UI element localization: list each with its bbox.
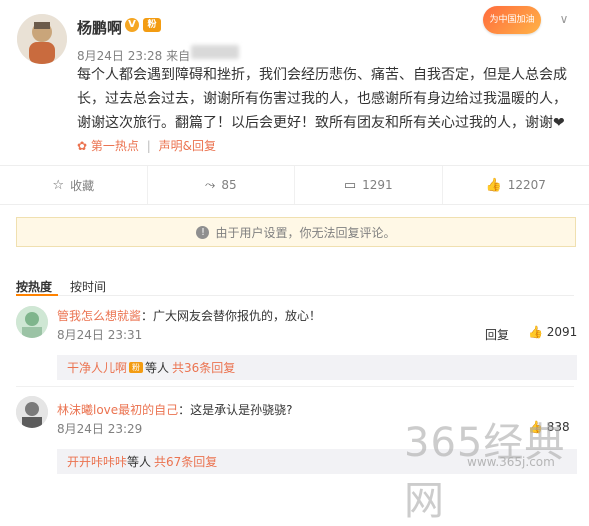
post-meta: 8月24日 23:28 来自 [77,47,190,64]
info-icon: ! [196,226,209,239]
reply-author[interactable]: 开开咔咔咔 [67,453,127,470]
comment-time: 8月24日 23:29 [57,420,142,437]
post-tags: ✿ 第一热点 | 声明&回复 [77,137,216,154]
hot-topic-link[interactable]: 第一热点 [91,139,139,153]
comment-separator [16,386,574,387]
action-bar: ☆ 收藏 ⤳ 85 ▭ 1291 👍 12207 [0,165,589,205]
location-icon: ✿ [77,139,87,153]
reply-summary[interactable]: 干净人儿啊 粉 等人 共36条回复 [57,355,577,380]
favorite-button[interactable]: ☆ 收藏 [0,166,148,204]
comment-time: 8月24日 23:31 [57,326,142,343]
reply-mid: 等人 [145,359,169,376]
share-button[interactable]: ⤳ 85 [148,166,296,204]
favorite-label: 收藏 [70,177,94,194]
blurred-source [191,45,239,59]
reply-count[interactable]: 共67条回复 [154,453,217,470]
like-count: 12207 [508,178,546,192]
comment-like-count: 2091 [547,325,578,339]
like-icon: 👍 [528,325,543,339]
post-content: 每个人都会遇到障碍和挫折，我们会经历悲伤、痛苦、自我否定，但是人总会成长，过去总… [77,63,577,135]
comment-line: 林沫曦love最初的自己：这是承认是孙骁骁? [57,401,293,418]
comment-avatar[interactable] [16,396,48,428]
watermark-url: www.365j.com [467,455,555,469]
reply-button[interactable]: 回复 [485,326,509,343]
fan-badge: 粉 [143,18,161,32]
comment-author[interactable]: 管我怎么想就酱 [57,309,141,323]
comment-line: 管我怎么想就酱：广大网友会替你报仇的，放心！ [57,307,321,324]
comment-button[interactable]: ▭ 1291 [295,166,443,204]
fan-badge: 粉 [129,362,143,373]
author-avatar[interactable] [17,14,67,64]
notice-text: 由于用户设置，你无法回复评论。 [215,224,395,241]
comment-avatar[interactable] [16,306,48,338]
comment-like-button[interactable]: 👍 2091 [528,325,577,339]
comment-disabled-notice: ! 由于用户设置，你无法回复评论。 [16,217,576,247]
chevron-down-icon[interactable]: ∨ [556,12,572,28]
comment-count: 1291 [362,178,393,192]
active-sort-indicator [16,294,58,296]
comment-icon: ▭ [344,178,356,193]
reply-author[interactable]: 干净人儿啊 [67,359,127,376]
comment-text: ：这是承认是孙骁骁? [178,403,292,417]
tag-separator: | [147,139,151,153]
like-icon: 👍 [486,178,502,193]
reply-mid: 等人 [127,453,151,470]
promo-banner[interactable]: 为中国加油 [483,6,541,34]
reply-count[interactable]: 共36条回复 [172,359,235,376]
comment-author[interactable]: 林沫曦love最初的自己 [57,403,178,417]
like-button[interactable]: 👍 12207 [443,166,589,204]
comment-text: ：广大网友会替你报仇的，放心！ [141,309,321,323]
sort-by-time[interactable]: 按时间 [70,278,106,295]
verified-badge: V [125,18,139,32]
star-icon: ☆ [52,178,64,193]
share-count: 85 [221,178,236,192]
sort-by-hot[interactable]: 按热度 [16,278,52,295]
appeal-link[interactable]: 声明&回复 [159,139,216,153]
share-icon: ⤳ [205,178,215,193]
sort-divider [16,295,574,296]
author-name[interactable]: 杨鹏啊 [77,17,122,38]
